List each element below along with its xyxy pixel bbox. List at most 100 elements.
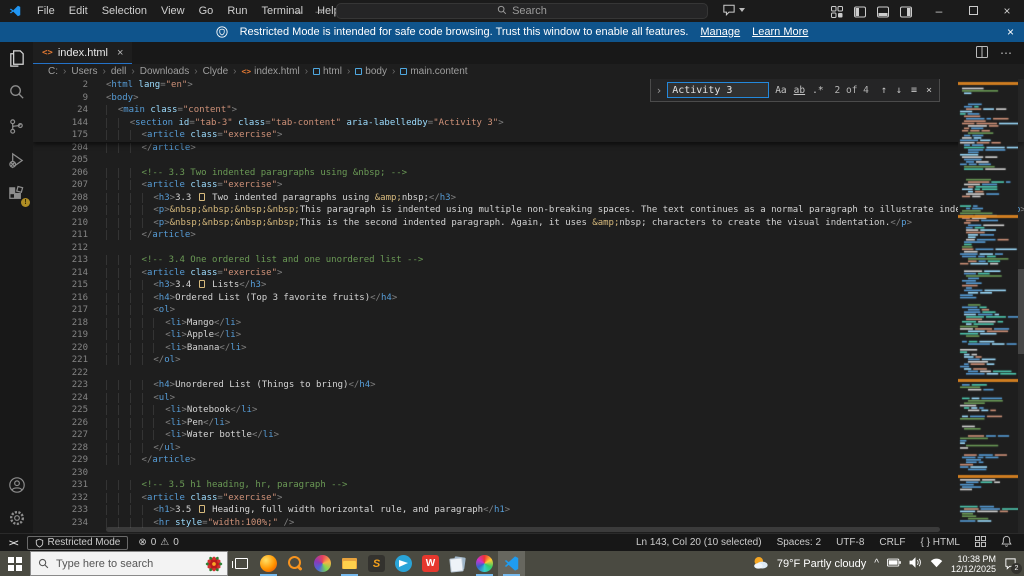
action-center-button[interactable]: 2	[1004, 557, 1022, 574]
feedback-icon[interactable]	[975, 535, 986, 550]
code-line: 217 <ol>	[33, 304, 1024, 317]
browser-icon	[476, 555, 493, 572]
taskbar-photos[interactable]	[309, 551, 336, 576]
line-number: 222	[71, 367, 88, 378]
breadcrumb-item[interactable]: C:	[48, 66, 58, 77]
forward-icon[interactable]: →	[313, 3, 325, 17]
extensions-icon[interactable]: !	[7, 185, 30, 207]
breadcrumb-item[interactable]: Downloads	[140, 66, 189, 77]
line-number: 175	[71, 130, 88, 140]
next-match-icon[interactable]: ↓	[896, 85, 902, 96]
breadcrumb-item[interactable]: dell	[111, 66, 127, 77]
close-window-button[interactable]: ×	[990, 0, 1024, 22]
find-in-selection-icon[interactable]: ≡	[911, 85, 917, 96]
breadcrumb-item[interactable]: <> index.html	[241, 66, 299, 77]
minimap[interactable]	[958, 79, 1018, 533]
taskbar-search-input[interactable]: Type here to search	[30, 551, 228, 576]
restricted-mode-status[interactable]: Restricted Mode	[26, 535, 129, 550]
code-line: 204 </article>	[33, 142, 1024, 155]
toggle-panel-icon[interactable]	[877, 5, 889, 23]
run-debug-icon[interactable]	[7, 151, 26, 170]
search-sidebar-icon[interactable]	[7, 83, 26, 102]
taskbar-clock[interactable]: 10:38 PM 12/12/2025	[951, 554, 996, 574]
remote-indicator-icon[interactable]: ><	[0, 538, 27, 548]
menu-selection[interactable]: Selection	[95, 5, 154, 17]
weather-icon[interactable]	[752, 555, 769, 573]
battery-icon[interactable]	[886, 558, 901, 570]
taskbar-firefox[interactable]	[255, 551, 282, 576]
maximize-button[interactable]	[956, 0, 990, 22]
menu-run[interactable]: Run	[220, 5, 254, 17]
breadcrumb-item[interactable]: main.content	[400, 66, 468, 77]
weather-text[interactable]: 79°F Partly cloudy	[777, 558, 866, 570]
code-editor[interactable]: › Activity 3 Aa ab .* 2 of 4 ↑ ↓ ≡ × 2 <h…	[33, 79, 1024, 533]
network-icon[interactable]	[930, 557, 943, 571]
toggle-replace-icon[interactable]: ›	[656, 84, 663, 97]
copilot-icon[interactable]	[722, 4, 745, 16]
source-control-icon[interactable]	[7, 117, 26, 136]
toggle-secondary-sidebar-icon[interactable]	[900, 5, 912, 23]
taskbar-vscode[interactable]	[498, 551, 525, 576]
taskbar-telegram[interactable]	[390, 551, 417, 576]
customize-layout-icon[interactable]	[831, 5, 843, 23]
line-number: 219	[71, 330, 88, 340]
banner-close-icon[interactable]: ×	[1007, 25, 1014, 39]
notifications-bell-icon[interactable]	[1001, 535, 1012, 550]
back-icon[interactable]: ←	[292, 3, 304, 17]
taskbar-notes[interactable]	[444, 551, 471, 576]
breadcrumb-item[interactable]: html	[313, 66, 342, 77]
taskbar-search-tool[interactable]	[282, 551, 309, 576]
breadcrumb-item[interactable]: Clyde	[203, 66, 229, 77]
vscode-icon	[504, 556, 519, 571]
taskbar-wps[interactable]: W	[417, 551, 444, 576]
find-input[interactable]: Activity 3	[667, 82, 770, 98]
start-button[interactable]	[0, 551, 30, 576]
line-number: 223	[71, 380, 88, 390]
status-item[interactable]: UTF-8	[836, 537, 864, 548]
regex-icon[interactable]: .*	[811, 85, 824, 96]
tab-close-icon[interactable]: ×	[117, 47, 123, 59]
breadcrumb-item[interactable]: body	[355, 66, 387, 77]
menu-view[interactable]: View	[154, 5, 192, 17]
minimize-button[interactable]: –	[922, 0, 956, 22]
status-item[interactable]: Spaces: 2	[777, 537, 821, 548]
search-placeholder: Search	[512, 5, 547, 17]
split-editor-icon[interactable]	[976, 45, 988, 61]
settings-gear-icon[interactable]	[8, 509, 26, 527]
scrollbar-thumb[interactable]	[1018, 269, 1024, 354]
previous-match-icon[interactable]: ↑	[881, 85, 887, 96]
tray-chevron-up-icon[interactable]: ^	[874, 558, 879, 569]
explorer-icon[interactable]	[7, 49, 26, 68]
accounts-icon[interactable]	[8, 476, 26, 494]
code-line: 225 <li>Notebook</li>	[33, 404, 1024, 417]
taskbar-shareit[interactable]: S	[363, 551, 390, 576]
taskbar-file-explorer[interactable]	[336, 551, 363, 576]
whole-word-icon[interactable]: ab	[793, 85, 806, 96]
seasonal-flower-icon[interactable]	[203, 553, 225, 576]
manage-link[interactable]: Manage	[700, 26, 740, 38]
problems-status[interactable]: ⊗ 0 ⚠ 0	[138, 537, 178, 548]
tab-index-html[interactable]: <> index.html ×	[33, 42, 133, 64]
line-number: 234	[71, 517, 88, 528]
line-number: 230	[71, 467, 88, 478]
taskbar-browser[interactable]	[471, 551, 498, 576]
horizontal-scrollbar[interactable]	[106, 527, 940, 532]
match-case-icon[interactable]: Aa	[774, 85, 787, 96]
close-find-icon[interactable]: ×	[926, 85, 932, 96]
line-number: 2	[82, 80, 88, 90]
line-number: 226	[71, 417, 88, 428]
status-item[interactable]: CRLF	[879, 537, 905, 548]
command-center-search[interactable]: Search	[336, 3, 708, 19]
status-item[interactable]: Ln 143, Col 20 (10 selected)	[636, 537, 762, 548]
speaker-icon[interactable]	[909, 556, 922, 571]
menu-go[interactable]: Go	[192, 5, 221, 17]
breadcrumb-item[interactable]: Users	[71, 66, 97, 77]
menu-edit[interactable]: Edit	[62, 5, 95, 17]
task-view-button[interactable]	[228, 551, 255, 576]
toggle-sidebar-icon[interactable]	[854, 5, 866, 23]
more-actions-icon[interactable]: ⋯	[1000, 46, 1012, 60]
status-item[interactable]: { } HTML	[921, 537, 960, 548]
learn-more-link[interactable]: Learn More	[752, 26, 808, 38]
menu-file[interactable]: File	[30, 5, 62, 17]
vertical-scrollbar[interactable]	[1018, 79, 1024, 533]
